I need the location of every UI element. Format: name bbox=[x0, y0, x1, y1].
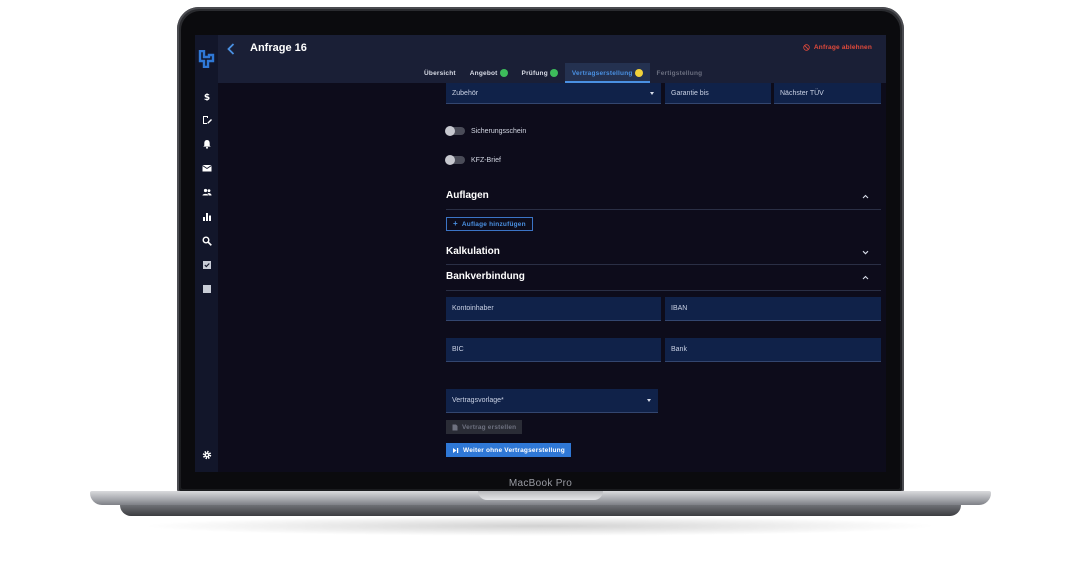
mail-icon[interactable] bbox=[202, 163, 212, 173]
section-title-bankverbindung: Bankverbindung bbox=[446, 271, 525, 282]
laptop-base-foot bbox=[120, 505, 961, 516]
device-label: MacBook Pro bbox=[508, 478, 573, 489]
check-circle-icon bbox=[549, 69, 558, 77]
search-icon[interactable] bbox=[202, 236, 212, 246]
bank-field[interactable]: Bank bbox=[665, 338, 881, 362]
check-circle-icon bbox=[499, 69, 508, 77]
dollar-icon[interactable]: $ bbox=[202, 91, 212, 101]
file-icon bbox=[452, 424, 458, 430]
svg-text:$: $ bbox=[204, 93, 210, 101]
chevron-up-icon[interactable] bbox=[862, 194, 869, 199]
back-arrow-icon[interactable] bbox=[226, 43, 236, 55]
warranty-until-field[interactable]: Garantie bis bbox=[665, 83, 771, 104]
create-contract-button[interactable]: Vertrag erstellen bbox=[446, 420, 523, 434]
add-condition-button[interactable]: + Auflage hinzufügen bbox=[446, 217, 533, 231]
contract-template-select[interactable]: Vertragsvorlage* bbox=[446, 389, 658, 413]
accessories-select[interactable]: Zubehör bbox=[446, 83, 661, 104]
continue-without-contract-button[interactable]: Weiter ohne Vertragserstellung bbox=[446, 443, 571, 457]
section-title-auflagen: Auflagen bbox=[446, 190, 489, 201]
block-icon bbox=[803, 44, 810, 51]
tab-pruefung[interactable]: Prüfung bbox=[515, 63, 565, 83]
vehicle-registration-toggle[interactable]: KFZ-Brief bbox=[445, 155, 501, 165]
divider bbox=[446, 290, 881, 291]
chevron-down-icon bbox=[650, 92, 654, 95]
chevron-up-icon[interactable] bbox=[862, 275, 869, 280]
reject-request-label: Anfrage ablehnen bbox=[813, 44, 872, 51]
gear-icon[interactable] bbox=[202, 450, 212, 460]
square-icon[interactable] bbox=[202, 284, 212, 294]
app-screen: $ Anfrage 16 Anfrage ablehnen Übersicht … bbox=[195, 35, 886, 472]
document-edit-icon[interactable] bbox=[202, 115, 212, 125]
laptop-notch bbox=[478, 491, 603, 500]
chevron-down-icon[interactable] bbox=[862, 250, 869, 255]
tab-angebot[interactable]: Angebot bbox=[463, 63, 515, 83]
bar-chart-icon[interactable] bbox=[202, 212, 212, 222]
pending-clock-icon bbox=[634, 69, 643, 77]
step-tabs: Übersicht Angebot Prüfung Vertragserstel… bbox=[417, 63, 709, 83]
tab-fertigstellung[interactable]: Fertigstellung bbox=[650, 63, 710, 83]
logo-icon bbox=[198, 50, 215, 68]
page-title: Anfrage 16 bbox=[250, 42, 307, 54]
bic-field[interactable]: BIC bbox=[446, 338, 661, 362]
laptop-shadow bbox=[140, 516, 940, 536]
app-header: Anfrage 16 Anfrage ablehnen Übersicht An… bbox=[218, 35, 886, 83]
sidebar: $ bbox=[195, 35, 218, 472]
security-certificate-toggle[interactable]: Sicherungsschein bbox=[445, 126, 526, 136]
reject-request-button[interactable]: Anfrage ablehnen bbox=[803, 44, 872, 51]
toggle-switch[interactable] bbox=[445, 126, 465, 136]
tab-vertragserstellung[interactable]: Vertragserstellung bbox=[564, 63, 650, 83]
people-icon[interactable] bbox=[202, 187, 212, 197]
plus-icon: + bbox=[453, 219, 458, 228]
account-holder-field[interactable]: Kontoinhaber bbox=[446, 297, 661, 321]
divider bbox=[446, 264, 881, 265]
checkbox-icon[interactable] bbox=[202, 260, 212, 270]
section-title-kalkulation: Kalkulation bbox=[446, 246, 500, 257]
chevron-down-icon bbox=[647, 399, 651, 402]
iban-field[interactable]: IBAN bbox=[665, 297, 881, 321]
toggle-switch[interactable] bbox=[445, 155, 465, 165]
divider bbox=[446, 209, 881, 210]
next-tuev-field[interactable]: Nächster TÜV bbox=[774, 83, 881, 104]
bell-icon[interactable] bbox=[202, 139, 212, 149]
tab-uebersicht[interactable]: Übersicht bbox=[417, 63, 463, 83]
skip-next-icon bbox=[453, 447, 459, 453]
main-content: Zubehör Garantie bis Nächster TÜV Sicher… bbox=[218, 83, 886, 472]
